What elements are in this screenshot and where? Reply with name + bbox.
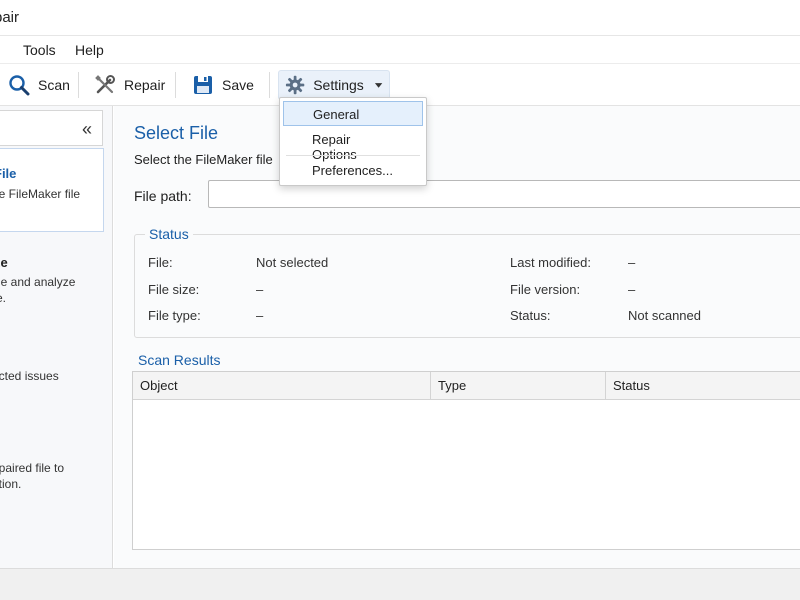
scan-results-table[interactable]: Object Type Status: [132, 371, 800, 550]
settings-button-label: Settings: [313, 77, 364, 93]
gear-icon: [285, 75, 305, 95]
collapse-sidebar-button[interactable]: «: [82, 119, 92, 140]
file-size-value: –: [256, 282, 264, 297]
toolbar-separator: [269, 72, 270, 98]
settings-dropdown-menu: General Repair Options Preferences...: [279, 97, 427, 186]
scan-status-label: Status:: [510, 308, 551, 323]
file-version-value: –: [628, 282, 636, 297]
scan-status-value: Not scanned: [628, 308, 701, 323]
menu-bar: Tools Help: [0, 36, 800, 64]
step-title: ze: [0, 255, 8, 270]
main-panel: Select File Select the FileMaker file Fi…: [114, 106, 800, 568]
toolbar-separator: [78, 72, 79, 98]
step-description: ected issues: [0, 369, 59, 383]
sidebar-step-select-file[interactable]: File he FileMaker file: [0, 148, 104, 232]
caret-down-icon: [374, 83, 383, 88]
file-size-label: File size:: [148, 282, 200, 297]
scan-results-title: Scan Results: [138, 352, 221, 368]
file-type-value: –: [256, 308, 264, 323]
menu-tools[interactable]: Tools: [23, 42, 56, 58]
last-modified-value: –: [628, 255, 636, 270]
step-description: file and analyze re.: [0, 275, 76, 305]
sidebar-step-repair[interactable]: ected issues: [0, 346, 104, 396]
column-header-type[interactable]: Type: [431, 372, 606, 400]
magnifier-icon: [9, 75, 30, 96]
status-bar: [0, 568, 800, 600]
step-description: epaired file to ation.: [0, 461, 65, 491]
toolbar-separator: [175, 72, 176, 98]
settings-button[interactable]: Settings: [278, 70, 390, 100]
step-description: he FileMaker file: [0, 187, 81, 201]
tools-icon: [95, 75, 115, 94]
menu-item-general[interactable]: General: [283, 101, 423, 126]
save-button-label: Save: [222, 77, 254, 93]
sidebar-step-save[interactable]: epaired file to ation.: [0, 446, 104, 506]
menu-item-repair-options[interactable]: Repair Options: [283, 127, 423, 162]
status-group-title: Status: [145, 226, 193, 242]
step-title: File: [0, 166, 17, 181]
menu-separator: [286, 155, 420, 156]
page-subtitle: Select the FileMaker file: [134, 152, 273, 167]
scan-button[interactable]: Scan: [2, 70, 76, 100]
column-header-status[interactable]: Status: [606, 372, 800, 400]
column-header-object[interactable]: Object: [133, 372, 431, 400]
menu-help[interactable]: Help: [75, 42, 104, 58]
window-title: pair: [0, 9, 20, 26]
page-title: Select File: [134, 123, 219, 143]
status-group: Status File: Not selected File size: – F…: [134, 226, 800, 338]
scan-button-label: Scan: [38, 77, 70, 93]
repair-button-label: Repair: [124, 77, 166, 93]
title-bar: pair: [0, 0, 800, 36]
file-value: Not selected: [256, 255, 329, 270]
wizard-sidebar: « File he FileMaker file ze file and ana…: [0, 106, 113, 568]
last-modified-label: Last modified:: [510, 255, 591, 270]
repair-button[interactable]: Repair: [88, 70, 171, 100]
sidebar-step-analyze[interactable]: ze file and analyze re.: [0, 246, 104, 316]
floppy-icon: [194, 76, 212, 94]
file-version-label: File version:: [510, 282, 581, 297]
file-label: File:: [148, 255, 173, 270]
file-type-label: File type:: [148, 308, 201, 323]
menu-item-preferences[interactable]: Preferences...: [283, 158, 423, 183]
file-path-label: File path:: [134, 188, 192, 204]
save-button[interactable]: Save: [186, 70, 260, 100]
sidebar-header: «: [0, 110, 103, 146]
